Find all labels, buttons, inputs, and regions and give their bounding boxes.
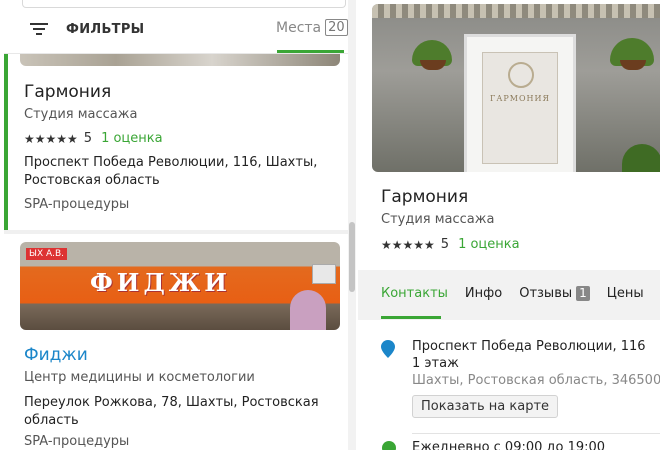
filters-button[interactable]: ФИЛЬТРЫ [30,17,144,41]
tab-reviews[interactable]: Отзывы 1 [519,286,590,301]
list-item-subtitle: Студия массажа [24,107,138,122]
list-item-rating: ★★★★★ 5 1 оценка [24,131,163,146]
rating-stars-icon: ★★★★★ [24,131,78,146]
logo-medallion-icon [508,62,534,88]
list-item-title-link[interactable]: Фиджи [24,345,88,365]
air-conditioner-icon [312,264,336,284]
list-item-photo[interactable]: ЫХ А.В. ФИДЖИ [20,242,340,330]
rating-stars-icon: ★★★★★ [381,237,435,252]
tab-label: Отзывы [519,286,573,301]
rating-value: 5 [440,237,450,252]
list-item-category: SPA-процедуры [24,434,130,449]
list-item-category: SPA-процедуры [24,197,130,212]
address-city: Шахты, Ростовская область, 346500 [412,373,660,388]
detail-tabs: Контакты Инфо Отзывы1 Цены Ф [381,286,660,301]
photo-store-sign: ФИДЖИ [90,268,231,297]
tab-contacts[interactable]: Контакты [381,286,448,301]
reviews-count-link[interactable]: 1 оценка [101,131,163,146]
location-pin-icon [381,340,395,358]
list-separator [4,230,348,234]
tab-info[interactable]: Инфо [465,286,502,301]
scrollbar-thumb[interactable] [349,222,355,292]
place-photo[interactable]: ГАРМОНИЯ [372,4,660,172]
opening-hours: Ежедневно с 09:00 до 19:00 [412,440,606,450]
section-divider [412,433,660,434]
flower-pot-icon [420,60,446,70]
rating-value: 5 [83,131,93,146]
place-detail-panel: ГАРМОНИЯ Гармония Студия массажа ★★★★★ 5… [358,0,660,450]
poster-figure-icon [290,290,326,330]
address-street: Проспект Победа Революции, 116 [412,339,646,354]
show-on-map-button[interactable]: Показать на карте [412,395,559,418]
previous-card-edge [22,0,346,8]
door-sign-text: ГАРМОНИЯ [490,94,550,103]
tab-prices[interactable]: Цены [607,286,644,301]
address-floor: 1 этаж [412,356,459,371]
filter-bar: ФИЛЬТРЫ Места 20 [4,0,348,54]
plant-icon [622,144,660,172]
flower-pot-icon [620,60,646,70]
list-item-address: Переулок Рожкова, 78, Шахты, Ростовская … [24,395,319,428]
place-rating: ★★★★★ 5 1 оценка [381,237,520,252]
places-tab-underline [277,50,344,53]
photo-awning [372,4,660,18]
place-title: Гармония [381,187,469,207]
tab-label: Цены [606,286,644,301]
reviews-count-link[interactable]: 1 оценка [458,237,520,252]
tab-label: Контакты [381,286,448,301]
list-item-subtitle: Центр медицины и косметологии [24,370,255,385]
filter-icon [30,22,48,36]
places-label: Места [276,19,322,36]
tab-label: Инфо [464,286,503,301]
results-list-panel: ФИЛЬТРЫ Места 20 Гармония Студия массажа… [0,0,360,450]
place-category: Студия массажа [381,212,495,227]
filters-label: ФИЛЬТРЫ [66,21,145,37]
list-item-address: Проспект Победа Революции, 116, Шахты, Р… [24,155,318,188]
list-item-title[interactable]: Гармония [24,82,111,102]
clock-icon [382,441,396,450]
places-count-badge: 20 [325,19,348,36]
reviews-count-badge: 1 [576,286,590,301]
places-tab[interactable]: Места 20 [276,19,348,36]
active-tab-underline [381,316,441,319]
photo-small-sign: ЫХ А.В. [26,248,68,260]
list-item-selected[interactable]: Гармония Студия массажа ★★★★★ 5 1 оценка… [4,54,348,230]
